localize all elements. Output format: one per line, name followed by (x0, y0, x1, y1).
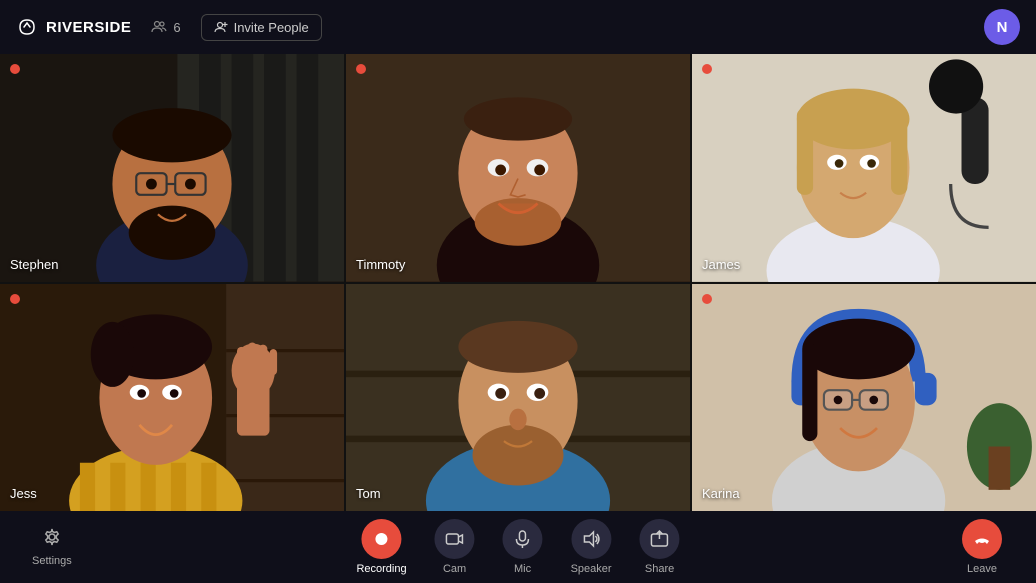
people-icon (151, 19, 167, 35)
video-cell-5: Tom (346, 284, 690, 512)
participant-video-6 (692, 284, 1036, 512)
speaker-icon-circle (571, 519, 611, 559)
face-3 (692, 54, 1036, 282)
participant-name-5: Tom (356, 486, 381, 501)
video-cell-4: Jess (0, 284, 344, 512)
face-4 (0, 284, 344, 512)
video-cell-1: Stephen (0, 54, 344, 282)
face-5 (346, 284, 690, 512)
participants-badge: 6 (151, 19, 180, 35)
header-left: RIVERSIDE 6 Invite People (16, 14, 322, 41)
face-2 (346, 54, 690, 282)
mic-button[interactable]: Mic (493, 513, 553, 581)
toolbar: Settings Recording Cam (0, 511, 1036, 583)
speaker-icon (581, 529, 601, 549)
settings-icon (42, 527, 62, 547)
mic-icon (513, 529, 533, 549)
user-initial: N (997, 19, 1008, 36)
toolbar-center: Recording Cam Mic (346, 513, 689, 581)
share-icon (650, 529, 670, 549)
invite-icon (214, 20, 228, 34)
participant-name-1: Stephen (10, 257, 58, 272)
logo-text: RIVERSIDE (46, 19, 131, 36)
header-right: N (984, 9, 1020, 45)
participant-name-2: Timmoty (356, 257, 405, 272)
participant-video-5 (346, 284, 690, 512)
cam-button[interactable]: Cam (425, 513, 485, 581)
avatar[interactable]: N (984, 9, 1020, 45)
logo: RIVERSIDE (16, 16, 131, 38)
recording-indicator-6 (702, 294, 712, 304)
speaker-button[interactable]: Speaker (561, 513, 622, 581)
video-cell-3: James (692, 54, 1036, 282)
recording-indicator-2 (356, 64, 366, 74)
video-grid: Stephen Timmoty (0, 54, 1036, 511)
invite-button[interactable]: Invite People (201, 14, 322, 41)
participant-name-6: Karina (702, 486, 740, 501)
video-cell-6: Karina (692, 284, 1036, 512)
mic-label: Mic (514, 563, 531, 575)
participant-name-3: James (702, 257, 740, 272)
leave-label: Leave (967, 563, 997, 575)
settings-label: Settings (32, 555, 72, 567)
recording-indicator-1 (10, 64, 20, 74)
cam-icon-circle (435, 519, 475, 559)
cam-label: Cam (443, 563, 466, 575)
face-1 (0, 54, 344, 282)
recording-indicator-4 (10, 294, 20, 304)
record-icon (374, 531, 390, 547)
share-button[interactable]: Share (630, 513, 690, 581)
logo-icon (16, 16, 38, 38)
share-label: Share (645, 563, 674, 575)
participant-video-3 (692, 54, 1036, 282)
participant-video-1 (0, 54, 344, 282)
mic-icon-circle (503, 519, 543, 559)
leave-button[interactable]: Leave (952, 513, 1012, 581)
cam-icon (445, 529, 465, 549)
speaker-label: Speaker (571, 563, 612, 575)
settings-button[interactable]: Settings (24, 521, 80, 573)
record-icon-circle (362, 519, 402, 559)
record-label: Recording (356, 563, 406, 575)
invite-label: Invite People (234, 20, 309, 35)
face-6 (692, 284, 1036, 512)
participant-video-2 (346, 54, 690, 282)
header: RIVERSIDE 6 Invite People N (0, 0, 1036, 54)
share-icon-circle (640, 519, 680, 559)
participants-count: 6 (173, 20, 180, 35)
record-button[interactable]: Recording (346, 513, 416, 581)
video-cell-2: Timmoty (346, 54, 690, 282)
participant-video-4 (0, 284, 344, 512)
leave-icon-circle (962, 519, 1002, 559)
recording-indicator-3 (702, 64, 712, 74)
participant-name-4: Jess (10, 486, 37, 501)
phone-end-icon (972, 529, 992, 549)
